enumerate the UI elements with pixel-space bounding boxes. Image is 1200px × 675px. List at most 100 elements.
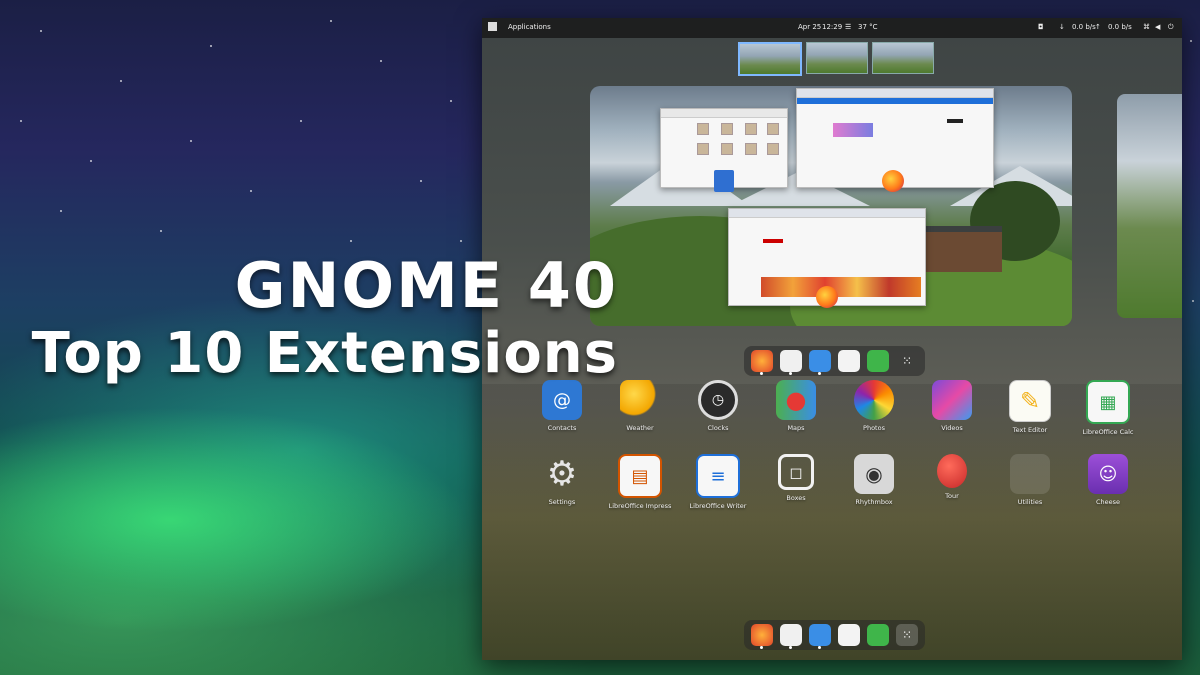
videos-icon (932, 380, 972, 420)
app-clocks[interactable]: ◷ Clocks (678, 380, 758, 432)
firefox-icon[interactable] (751, 624, 773, 649)
app-label: Tour (945, 492, 959, 500)
cheese-icon: ☺ (1088, 454, 1128, 494)
weather-temp[interactable]: 37 °C (858, 23, 878, 31)
settings-icon: ⚙ (546, 454, 578, 494)
dock-bottom: ⁙ (744, 620, 925, 650)
browser-tabs[interactable] (797, 89, 993, 98)
app-maps[interactable]: ● Maps (756, 380, 836, 432)
software-icon[interactable] (838, 350, 860, 372)
app-videos[interactable]: Videos (912, 380, 992, 432)
app-boxes[interactable]: ◻ Boxes (756, 454, 836, 502)
software-icon[interactable] (838, 624, 860, 646)
app-weather[interactable]: Weather (600, 380, 680, 432)
extensions-icon[interactable] (867, 624, 889, 646)
clocks-icon: ◷ (698, 380, 738, 420)
folder-icon (721, 123, 733, 135)
workspace-preview[interactable] (590, 86, 1072, 326)
folder-icon (745, 123, 757, 135)
app-libreoffice-calc[interactable]: ▦ LibreOffice Calc (1068, 380, 1148, 436)
browser-toolbar (797, 98, 993, 104)
app-label: Videos (941, 424, 963, 432)
barn (926, 226, 1002, 272)
photos-icon (854, 380, 894, 420)
firefox-icon[interactable] (751, 350, 773, 375)
files-window-titlebar[interactable] (661, 109, 787, 118)
web-image (833, 123, 873, 137)
title-gnome: GNOME 40 (234, 249, 618, 322)
app-label: LibreOffice Calc (1082, 428, 1134, 436)
app-label: LibreOffice Writer (689, 502, 747, 510)
writer-icon: ≡ (696, 454, 740, 498)
workspace-thumbnail-2[interactable] (806, 42, 868, 74)
contacts-icon: @ (542, 380, 582, 420)
folder-icon (697, 123, 709, 135)
thumbnail-title: GNOME 40 Top 10 Extensions (18, 250, 618, 386)
boxes-icon: ◻ (778, 454, 814, 490)
weather-icon[interactable]: ☰ (845, 23, 851, 31)
folder-icon (745, 143, 757, 155)
power-icon[interactable]: ⏻ (1168, 23, 1174, 32)
extensions-icon[interactable] (867, 350, 889, 372)
screenshot-icon[interactable]: ◘ (1038, 23, 1044, 31)
app-label: Rhythmbox (855, 498, 893, 506)
network-icon[interactable]: ⌘ (1143, 23, 1150, 31)
weather-icon (620, 380, 660, 420)
net-up-speed: 0.0 b/s (1108, 23, 1132, 31)
app-rhythmbox[interactable]: ◉ Rhythmbox (834, 454, 914, 506)
app-label: Settings (548, 498, 576, 506)
app-cheese[interactable]: ☺ Cheese (1068, 454, 1148, 506)
folder-icon (697, 143, 709, 155)
youtube-logo (763, 239, 783, 243)
app-label: Maps (787, 424, 805, 432)
date-label[interactable]: Apr 25 (798, 23, 821, 31)
applications-button[interactable]: Applications (508, 23, 551, 31)
app-label: LibreOffice Impress (608, 502, 672, 510)
impress-icon: ▤ (618, 454, 662, 498)
firefox-badge-icon (882, 170, 904, 192)
files-icon[interactable] (780, 624, 802, 649)
app-tour[interactable]: Tour (912, 454, 992, 500)
web-button (947, 119, 963, 123)
app-label: Contacts (547, 424, 577, 432)
text-editor-icon: ✎ (1009, 380, 1051, 422)
dock-overview: ⁙ (744, 346, 925, 376)
rhythmbox-icon: ◉ (854, 454, 894, 494)
folder-icon (767, 123, 779, 135)
folder-icon (721, 143, 733, 155)
text-editor-icon[interactable] (809, 624, 831, 649)
app-libreoffice-writer[interactable]: ≡ LibreOffice Writer (678, 454, 758, 510)
time-label[interactable]: 12:29 (822, 23, 842, 31)
app-label: Cheese (1095, 498, 1121, 506)
app-grid-icon[interactable]: ⁙ (896, 350, 918, 372)
app-utilities-folder[interactable]: Utilities (990, 454, 1070, 506)
arc-menu-icon[interactable] (488, 22, 497, 31)
app-label: Boxes (786, 494, 806, 502)
app-label: Weather (626, 424, 654, 432)
top-bar: Applications Apr 25 12:29 ☰ 37 °C ◘ ↓ 0.… (482, 18, 1182, 38)
workspace-thumbnails (738, 42, 934, 76)
app-label: Utilities (1017, 498, 1043, 506)
next-workspace-preview[interactable] (1117, 94, 1182, 318)
app-label: Clocks (707, 424, 729, 432)
download-arrow-icon: ↓ (1059, 23, 1065, 31)
utilities-folder-icon (1010, 454, 1050, 494)
maps-icon: ● (776, 380, 816, 420)
text-editor-icon[interactable] (809, 350, 831, 375)
app-grid-icon[interactable]: ⁙ (896, 624, 918, 646)
workspace-thumbnail-3[interactable] (872, 42, 934, 74)
app-photos[interactable]: Photos (834, 380, 914, 432)
files-icon[interactable] (780, 350, 802, 375)
workspace-thumbnail-1[interactable] (738, 42, 802, 76)
app-settings[interactable]: ⚙ Settings (522, 454, 602, 506)
volume-icon[interactable]: ◀ (1155, 23, 1160, 31)
app-contacts[interactable]: @ Contacts (522, 380, 602, 432)
app-libreoffice-impress[interactable]: ▤ LibreOffice Impress (600, 454, 680, 510)
title-extensions: Top 10 Extensions (31, 321, 618, 386)
app-text-editor[interactable]: ✎ Text Editor (990, 380, 1070, 434)
video-thumbnails (761, 277, 921, 297)
app-label: Text Editor (1012, 426, 1048, 434)
browser-tabs[interactable] (729, 209, 925, 218)
folder-icon (767, 143, 779, 155)
firefox-badge-icon (816, 286, 838, 308)
